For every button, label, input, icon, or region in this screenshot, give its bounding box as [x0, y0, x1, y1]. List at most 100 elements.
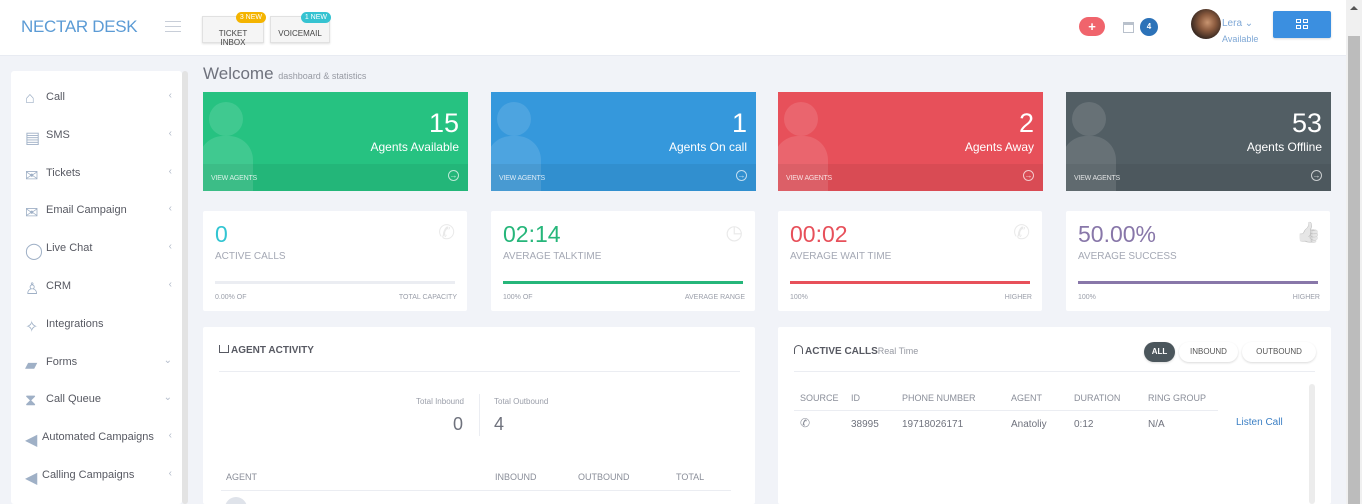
stat-label: Agents Available	[370, 140, 459, 154]
kpi-average-wait-time: 00:02 AVERAGE WAIT TIME ✆ 100% HIGHER	[778, 211, 1042, 311]
chevron-icon: ‹	[168, 430, 172, 442]
totals-divider	[479, 394, 480, 436]
column-outbound[interactable]: OUTBOUND	[578, 472, 630, 482]
kpi-progress-bar	[503, 281, 743, 284]
arrow-circle-right-icon: →	[1023, 170, 1034, 181]
chevron-icon: ‹	[168, 165, 172, 177]
kpi-footer-right: HIGHER	[1292, 294, 1320, 301]
sidebar-item-calling-campaigns[interactable]: ◀ Calling Campaigns ‹	[11, 464, 182, 488]
add-button[interactable]: +	[1079, 17, 1105, 36]
folder-icon: ▰	[25, 356, 38, 374]
sidebar-item-sms[interactable]: ▤ SMS ‹	[11, 124, 182, 148]
calendar-icon[interactable]	[1123, 22, 1134, 33]
table-header-divider	[794, 410, 1218, 411]
kpi-footer-left: 100%	[1078, 294, 1096, 301]
view-agents-link[interactable]: VIEW AGENTS →	[778, 164, 1043, 191]
view-agents-label: VIEW AGENTS	[499, 175, 546, 182]
sidebar-item-label: Integrations	[46, 317, 104, 330]
divider	[219, 371, 740, 372]
chevron-icon: ⌄	[163, 354, 172, 366]
stat-label: Agents Away	[964, 140, 1034, 154]
kpi-progress-bar	[1078, 281, 1318, 284]
view-agents-label: VIEW AGENTS	[1074, 175, 1121, 182]
outgoing-call-icon: ✆	[800, 416, 811, 430]
kpi-footer-left: 100% OF	[503, 294, 533, 301]
stat-value: 15	[428, 108, 459, 138]
total-outbound-label: Total Outbound	[494, 397, 549, 406]
sidebar-item-tickets[interactable]: ✉ Tickets ‹	[11, 162, 182, 186]
column-phone-number[interactable]: PHONE NUMBER	[902, 393, 976, 403]
agent-avatar	[225, 497, 247, 504]
sidebar-item-label: Tickets	[46, 166, 81, 179]
scroll-up-arrow-icon[interactable]	[1350, 6, 1358, 10]
sidebar-item-label: Live Chat	[46, 242, 93, 255]
kpi-label: ACTIVE CALLS	[215, 251, 286, 262]
chevron-icon: ‹	[168, 468, 172, 479]
sidebar-scrollbar[interactable]	[182, 71, 188, 504]
total-inbound-value: 0	[452, 414, 463, 434]
ticket-inbox-button[interactable]: TICKET INBOX 3 NEW	[202, 12, 266, 47]
column-source[interactable]: SOURCE	[800, 393, 839, 403]
stat-card-agents-away: 2 Agents Away VIEW AGENTS →	[778, 92, 1043, 191]
filter-outbound-button[interactable]: OUTBOUND	[1242, 342, 1316, 362]
kpi-average-talktime: 02:14 AVERAGE TALKTIME ◷ 100% OF AVERAGE…	[491, 211, 755, 311]
calendar-badge[interactable]: 4	[1140, 18, 1158, 36]
sidebar-item-call-queue[interactable]: ⧗ Call Queue ⌄	[11, 388, 182, 412]
active-calls-title-text: ACTIVE CALLS	[805, 346, 878, 357]
total-outbound-value: 4	[494, 414, 505, 434]
sidebar-item-call[interactable]: ⌂ Call ‹	[11, 86, 182, 110]
filter-all-button[interactable]: ALL	[1144, 342, 1175, 362]
voicemail-label: VOICEMAIL	[278, 29, 322, 38]
table-scrollbar[interactable]	[1309, 384, 1315, 504]
sidebar-item-integrations[interactable]: ✧ Integrations	[11, 313, 182, 337]
view-agents-link[interactable]: VIEW AGENTS →	[491, 164, 756, 191]
ticket-inbox-label: TICKET INBOX	[218, 29, 248, 47]
sidebar-item-label: Automated Campaigns	[42, 431, 154, 444]
view-agents-link[interactable]: VIEW AGENTS →	[1066, 164, 1331, 191]
call-phone-number: 19718026171	[902, 419, 964, 430]
column-agent[interactable]: AGENT	[226, 472, 257, 482]
kpi-progress-fill	[503, 281, 743, 284]
column-ring-group[interactable]: RING GROUP	[1148, 393, 1206, 403]
kpi-label: AVERAGE WAIT TIME	[790, 251, 892, 262]
chevron-icon: ‹	[168, 90, 172, 101]
sidebar-item-crm[interactable]: ♙ CRM ‹	[11, 275, 182, 299]
arrow-circle-right-icon: →	[448, 170, 459, 181]
kpi-footer-right: TOTAL CAPACITY	[398, 294, 457, 301]
call-id: 38995	[851, 419, 879, 430]
kpi-average-success: 50.00% AVERAGE SUCCESS 👍 100% HIGHER	[1066, 211, 1330, 311]
sidebar-item-forms[interactable]: ▰ Forms ⌄	[11, 351, 182, 375]
hourglass-icon: ⧗	[25, 392, 37, 410]
call-duration: 0:12	[1074, 419, 1094, 430]
column-agent[interactable]: AGENT	[1011, 393, 1042, 403]
column-id[interactable]: ID	[851, 393, 860, 403]
voicemail-button[interactable]: VOICEMAIL 1 NEW	[270, 12, 331, 43]
page-scrollbar[interactable]	[1346, 0, 1362, 504]
listen-call-link[interactable]: Listen Call	[1236, 417, 1283, 428]
kpi-footer-right: AVERAGE RANGE	[684, 294, 745, 301]
user-name[interactable]: Lera ⌄	[1222, 18, 1253, 29]
chat-bubble-icon: ◯	[25, 243, 43, 261]
view-agents-link[interactable]: VIEW AGENTS →	[203, 164, 468, 191]
call-agent: Anatoliy	[1011, 419, 1047, 430]
column-total[interactable]: TOTAL	[676, 472, 704, 482]
sidebar-item-email-campaign[interactable]: ✉ Email Campaign ‹	[11, 199, 182, 223]
scrollbar-thumb[interactable]	[1348, 36, 1360, 504]
kpi-label: AVERAGE TALKTIME	[503, 251, 602, 262]
stat-label: Agents On call	[668, 140, 747, 154]
column-duration[interactable]: DURATION	[1074, 393, 1120, 403]
sidebar-item-live-chat[interactable]: ◯ Live Chat ‹	[11, 237, 182, 261]
apps-grid-button[interactable]	[1273, 11, 1331, 38]
logo[interactable]: NECTAR DESK	[21, 17, 138, 37]
arrow-circle-right-icon: →	[1311, 170, 1322, 181]
chevron-icon: ‹	[168, 279, 172, 290]
kpi-progress-bar	[215, 281, 455, 284]
agent-activity-panel: AGENT ACTIVITY Total Inbound 0 Total Out…	[203, 327, 755, 504]
table-header-divider	[221, 490, 731, 491]
user-avatar[interactable]	[1191, 9, 1221, 39]
menu-toggle-icon[interactable]	[165, 21, 181, 33]
clock-icon: ◷	[725, 222, 743, 244]
column-inbound[interactable]: INBOUND	[495, 472, 537, 482]
filter-inbound-button[interactable]: INBOUND	[1179, 342, 1238, 362]
sidebar-item-automated-campaigns[interactable]: ◀ Automated Campaigns ‹	[11, 426, 182, 450]
